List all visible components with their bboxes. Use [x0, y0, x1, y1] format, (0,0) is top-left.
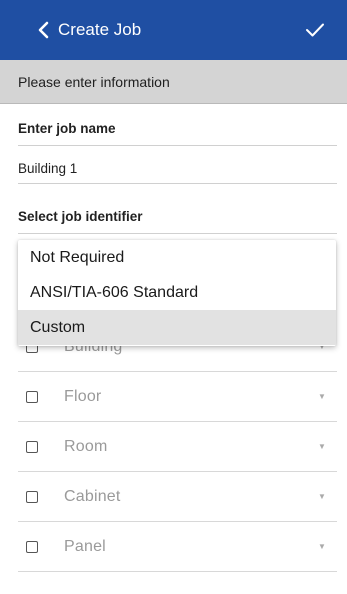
level-row-panel[interactable]: Panel ▼: [18, 522, 337, 572]
level-row-room[interactable]: Room ▼: [18, 422, 337, 472]
level-label: Floor: [64, 387, 102, 405]
option-ansi-tia-606[interactable]: ANSI/TIA-606 Standard: [18, 275, 336, 310]
checkbox[interactable]: [26, 390, 38, 403]
chevron-left-icon: [38, 21, 49, 39]
caret-down-icon[interactable]: ▼: [315, 392, 329, 401]
caret-down-icon[interactable]: ▼: [315, 492, 329, 501]
level-row-floor[interactable]: Floor ▼: [18, 372, 337, 422]
checkbox[interactable]: [26, 440, 38, 453]
level-row-cabinet[interactable]: Cabinet ▼: [18, 472, 337, 522]
option-custom[interactable]: Custom: [18, 310, 336, 345]
info-banner: Please enter information: [0, 60, 347, 104]
level-label: Cabinet: [64, 487, 121, 505]
divider: [18, 183, 337, 184]
identifier-level-list: Building ▼ Floor ▼ Room ▼ Cabinet ▼ Pane…: [18, 322, 337, 572]
page-title: Create Job: [58, 20, 142, 39]
checkbox[interactable]: [26, 540, 38, 553]
job-name-input[interactable]: Building 1: [18, 161, 77, 176]
caret-down-icon[interactable]: ▼: [315, 442, 329, 451]
job-identifier-label: Select job identifier: [18, 209, 143, 224]
divider: [18, 145, 337, 146]
confirm-button[interactable]: [291, 0, 339, 60]
level-label: Panel: [64, 537, 106, 555]
app-bar: Create Job: [0, 0, 347, 60]
checkmark-icon: [306, 23, 324, 37]
job-name-label: Enter job name: [18, 121, 116, 136]
caret-down-icon[interactable]: ▼: [315, 542, 329, 551]
checkbox[interactable]: [26, 490, 38, 503]
job-identifier-dropdown: Not Required ANSI/TIA-606 Standard Custo…: [18, 240, 336, 346]
level-label: Room: [64, 437, 108, 455]
divider: [18, 233, 337, 234]
option-not-required[interactable]: Not Required: [18, 240, 336, 275]
